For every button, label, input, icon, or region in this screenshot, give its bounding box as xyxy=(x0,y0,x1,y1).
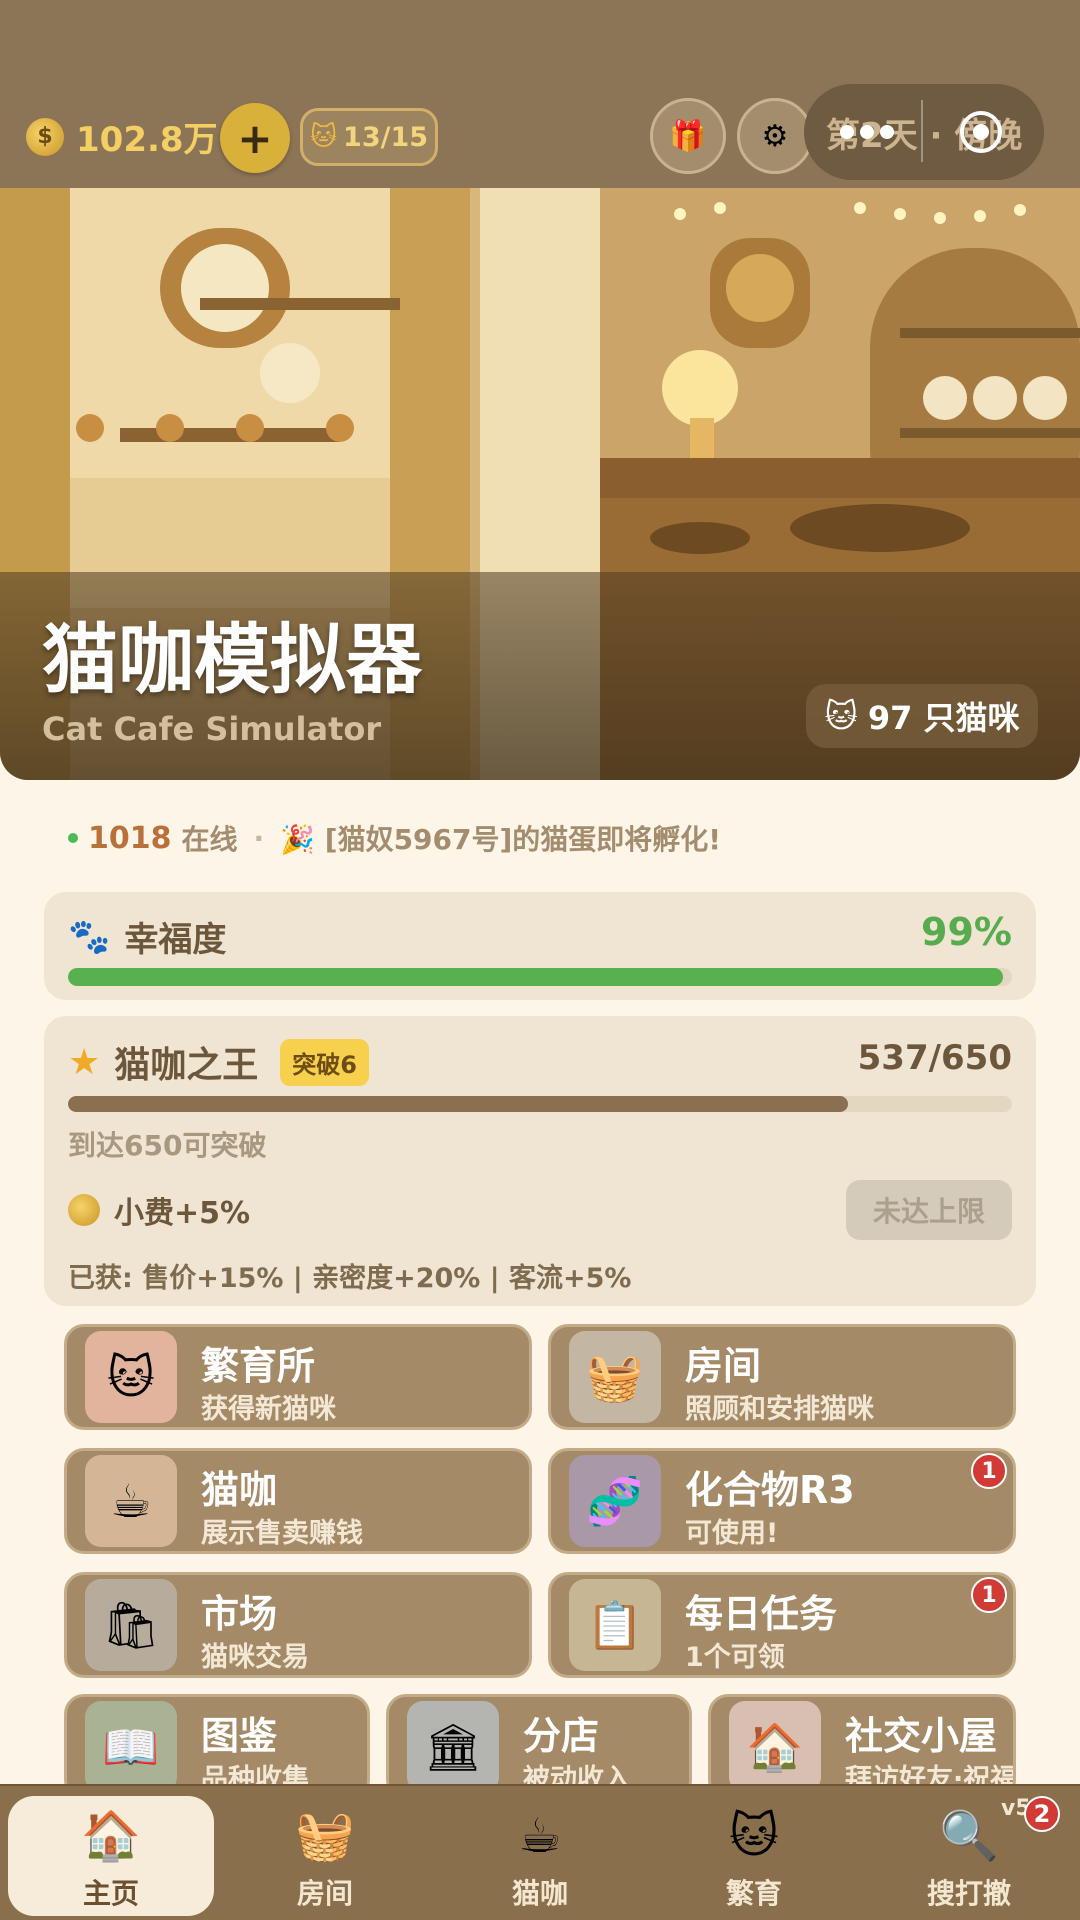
total-cats: 97 只猫咪 xyxy=(867,699,1020,737)
game-title: 猫咖模拟器 xyxy=(42,615,422,704)
settings-button[interactable]: ⚙ xyxy=(737,98,813,174)
tile-title: 分店 xyxy=(523,1714,600,1758)
cat-face-icon: 🐱 xyxy=(824,697,858,735)
tile-title: 化合物R3 xyxy=(685,1468,855,1512)
notification-badge: 1 xyxy=(971,1453,1007,1489)
tile-cafe[interactable]: ☕ 猫咖 展示售卖赚钱 xyxy=(64,1448,532,1554)
tile-subtitle: 照顾和安排猫咪 xyxy=(685,1394,874,1425)
cat-bed-icon: 🧺 xyxy=(569,1331,661,1423)
money-bag-icon: $ xyxy=(26,117,64,156)
kittens-icon: 🐱 xyxy=(85,1331,177,1423)
nav-breeding[interactable]: 🐱 繁育 xyxy=(651,1796,857,1916)
happiness-label: 幸福度 xyxy=(124,920,227,960)
nav-label: 猫咖 xyxy=(511,1877,568,1910)
breakthrough-hint: 到达650可突破 xyxy=(68,1129,267,1162)
social-house-icon: 🏠 xyxy=(729,1701,821,1793)
gift-button[interactable]: 🎁 xyxy=(650,98,726,174)
tile-market[interactable]: 🛍 市场 猫咪交易 xyxy=(64,1572,532,1678)
happiness-card: 🐾 幸福度 99% xyxy=(44,892,1036,1000)
happiness-value: 99% xyxy=(921,910,1012,954)
tile-subtitle: 猫咪交易 xyxy=(201,1642,309,1673)
tile-title: 每日任务 xyxy=(685,1592,838,1636)
tile-room[interactable]: 🧺 房间 照顾和安排猫咪 xyxy=(548,1324,1016,1430)
separator-dot: · xyxy=(253,821,265,855)
online-dot-icon xyxy=(68,833,78,843)
cat-capacity-pill[interactable]: 🐱 13/15 xyxy=(300,108,438,166)
coin-balance: $ 102.8万 xyxy=(26,112,218,161)
tile-subtitle: 展示售卖赚钱 xyxy=(201,1518,363,1549)
dna-icon: 🧬 xyxy=(569,1455,661,1547)
cafe-king-card: ★ 猫咖之王 突破6 537/650 到达650可突破 小费+5% 未达上限 已… xyxy=(44,1016,1036,1306)
king-progress-track xyxy=(68,1096,1012,1112)
nav-label: 房间 xyxy=(296,1877,353,1910)
tile-title: 市场 xyxy=(201,1592,278,1636)
online-label: 在线 xyxy=(181,823,238,856)
nav-label: 繁育 xyxy=(725,1877,782,1910)
add-coins-button[interactable]: + xyxy=(220,103,290,173)
king-progress-text: 537/650 xyxy=(857,1038,1012,1078)
building-icon: 🏛 xyxy=(407,1701,499,1793)
happiness-progress-fill xyxy=(68,968,1003,986)
limit-button[interactable]: 未达上限 xyxy=(846,1180,1012,1240)
house-icon: 🏠 xyxy=(81,1808,141,1864)
more-options-icon[interactable] xyxy=(840,125,894,139)
tile-subtitle: 1个可领 xyxy=(685,1642,785,1673)
tile-title: 繁育所 xyxy=(201,1344,316,1388)
magnifier-icon: 🔍 xyxy=(939,1808,999,1864)
online-count: 1018 xyxy=(88,820,172,856)
tip-bonus: 小费+5% xyxy=(114,1196,251,1231)
game-subtitle: Cat Cafe Simulator xyxy=(42,710,382,748)
ticker-message: 🎉 [猫奴5967号]的猫蛋即将孵化! xyxy=(280,823,722,856)
shopping-bag-icon: 🛍 xyxy=(85,1579,177,1671)
cat-cup-icon: ☕ xyxy=(518,1808,562,1864)
tile-title: 房间 xyxy=(685,1344,762,1388)
star-icon: ★ xyxy=(68,1041,101,1083)
cat-bed-icon: 🧺 xyxy=(295,1808,355,1864)
notification-badge: 1 xyxy=(971,1577,1007,1613)
tile-breeding[interactable]: 🐱 繁育所 获得新猫咪 xyxy=(64,1324,532,1430)
coin-icon xyxy=(68,1194,100,1226)
hero-banner: 猫咖模拟器 Cat Cafe Simulator 🐱 97 只猫咪 xyxy=(0,188,1080,780)
cat-face-icon: 🐱 xyxy=(309,122,338,152)
tile-subtitle: 获得新猫咪 xyxy=(201,1394,336,1425)
tile-compound[interactable]: 🧬 化合物R3 可使用! 1 xyxy=(548,1448,1016,1554)
gift-icon: 🎁 xyxy=(669,118,707,154)
gained-bonuses: 已获: 售价+15% | 亲密度+20% | 客流+5% xyxy=(68,1263,632,1294)
tile-subtitle: 可使用! xyxy=(685,1518,779,1549)
total-cats-pill: 🐱 97 只猫咪 xyxy=(806,684,1038,748)
king-progress-fill xyxy=(68,1096,848,1112)
king-title: 猫咖之王 xyxy=(114,1045,259,1086)
top-bar: $ 102.8万 + 🐱 13/15 🎁 ⚙ 第2天 · 傍晚 xyxy=(0,0,1080,188)
notification-badge: 2 xyxy=(1024,1796,1060,1832)
nav-label: 搜打撤 xyxy=(926,1877,1011,1910)
nav-cafe[interactable]: ☕ 猫咖 xyxy=(437,1796,643,1916)
happiness-progress-track xyxy=(68,968,1012,986)
nav-room[interactable]: 🧺 房间 xyxy=(222,1796,428,1916)
tile-title: 猫咖 xyxy=(201,1468,278,1512)
cat-capacity: 13/15 xyxy=(343,121,429,153)
bottom-nav: 🏠 主页 🧺 房间 ☕ 猫咖 🐱 繁育 🔍 搜打撤 v52 2 xyxy=(0,1784,1080,1920)
mini-program-capsule xyxy=(820,111,1020,153)
kittens-icon: 🐱 xyxy=(728,1808,780,1864)
paw-icon: 🐾 xyxy=(68,916,111,957)
breakthrough-badge: 突破6 xyxy=(280,1038,369,1086)
tile-title: 图鉴 xyxy=(201,1714,278,1758)
gear-icon: ⚙ xyxy=(761,118,789,154)
coin-amount: 102.8万 xyxy=(76,120,218,160)
tile-title: 社交小屋 xyxy=(845,1714,998,1758)
book-icon: 📖 xyxy=(85,1701,177,1793)
clipboard-icon: 📋 xyxy=(569,1579,661,1671)
nav-home[interactable]: 🏠 主页 xyxy=(8,1796,214,1916)
close-miniprogram-icon[interactable] xyxy=(960,111,1002,153)
online-ticker: 1018 在线 · 🎉 [猫奴5967号]的猫蛋即将孵化! xyxy=(68,818,721,858)
cat-cup-icon: ☕ xyxy=(85,1455,177,1547)
tile-daily-tasks[interactable]: 📋 每日任务 1个可领 1 xyxy=(548,1572,1016,1678)
nav-label: 主页 xyxy=(82,1877,139,1910)
